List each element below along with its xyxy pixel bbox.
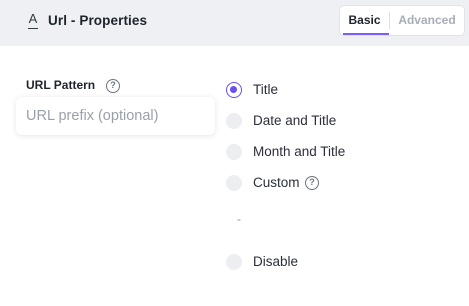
option-title-label: Title: [253, 82, 279, 97]
text-format-icon-glyph: A: [28, 11, 38, 26]
url-prefix-field-wrapper: [16, 97, 215, 135]
radio-disable[interactable]: [226, 254, 242, 270]
custom-help-icon[interactable]: ?: [305, 176, 319, 190]
tab-switcher: Basic Advanced: [339, 5, 465, 36]
option-disable-label: Disable: [253, 254, 299, 269]
option-month-and-title-label: Month and Title: [253, 144, 346, 159]
custom-pattern-preview: -: [237, 212, 241, 226]
url-pattern-help-icon[interactable]: ?: [106, 79, 120, 93]
properties-header: A Url - Properties Basic Advanced: [0, 0, 469, 46]
tab-basic[interactable]: Basic: [340, 6, 389, 35]
text-format-icon: A: [26, 12, 40, 30]
radio-title[interactable]: [226, 82, 242, 98]
option-custom-label: Custom: [253, 175, 300, 190]
radio-month-and-title[interactable]: [226, 144, 242, 160]
option-date-and-title-label: Date and Title: [253, 113, 337, 128]
radio-custom[interactable]: [226, 175, 242, 191]
url-prefix-input[interactable]: [16, 97, 215, 135]
radio-date-and-title[interactable]: [226, 113, 242, 129]
tab-advanced[interactable]: Advanced: [390, 6, 464, 35]
panel-title: Url - Properties: [48, 13, 148, 28]
text-format-icon-underline: [28, 28, 38, 29]
url-pattern-label: URL Pattern: [26, 78, 96, 92]
